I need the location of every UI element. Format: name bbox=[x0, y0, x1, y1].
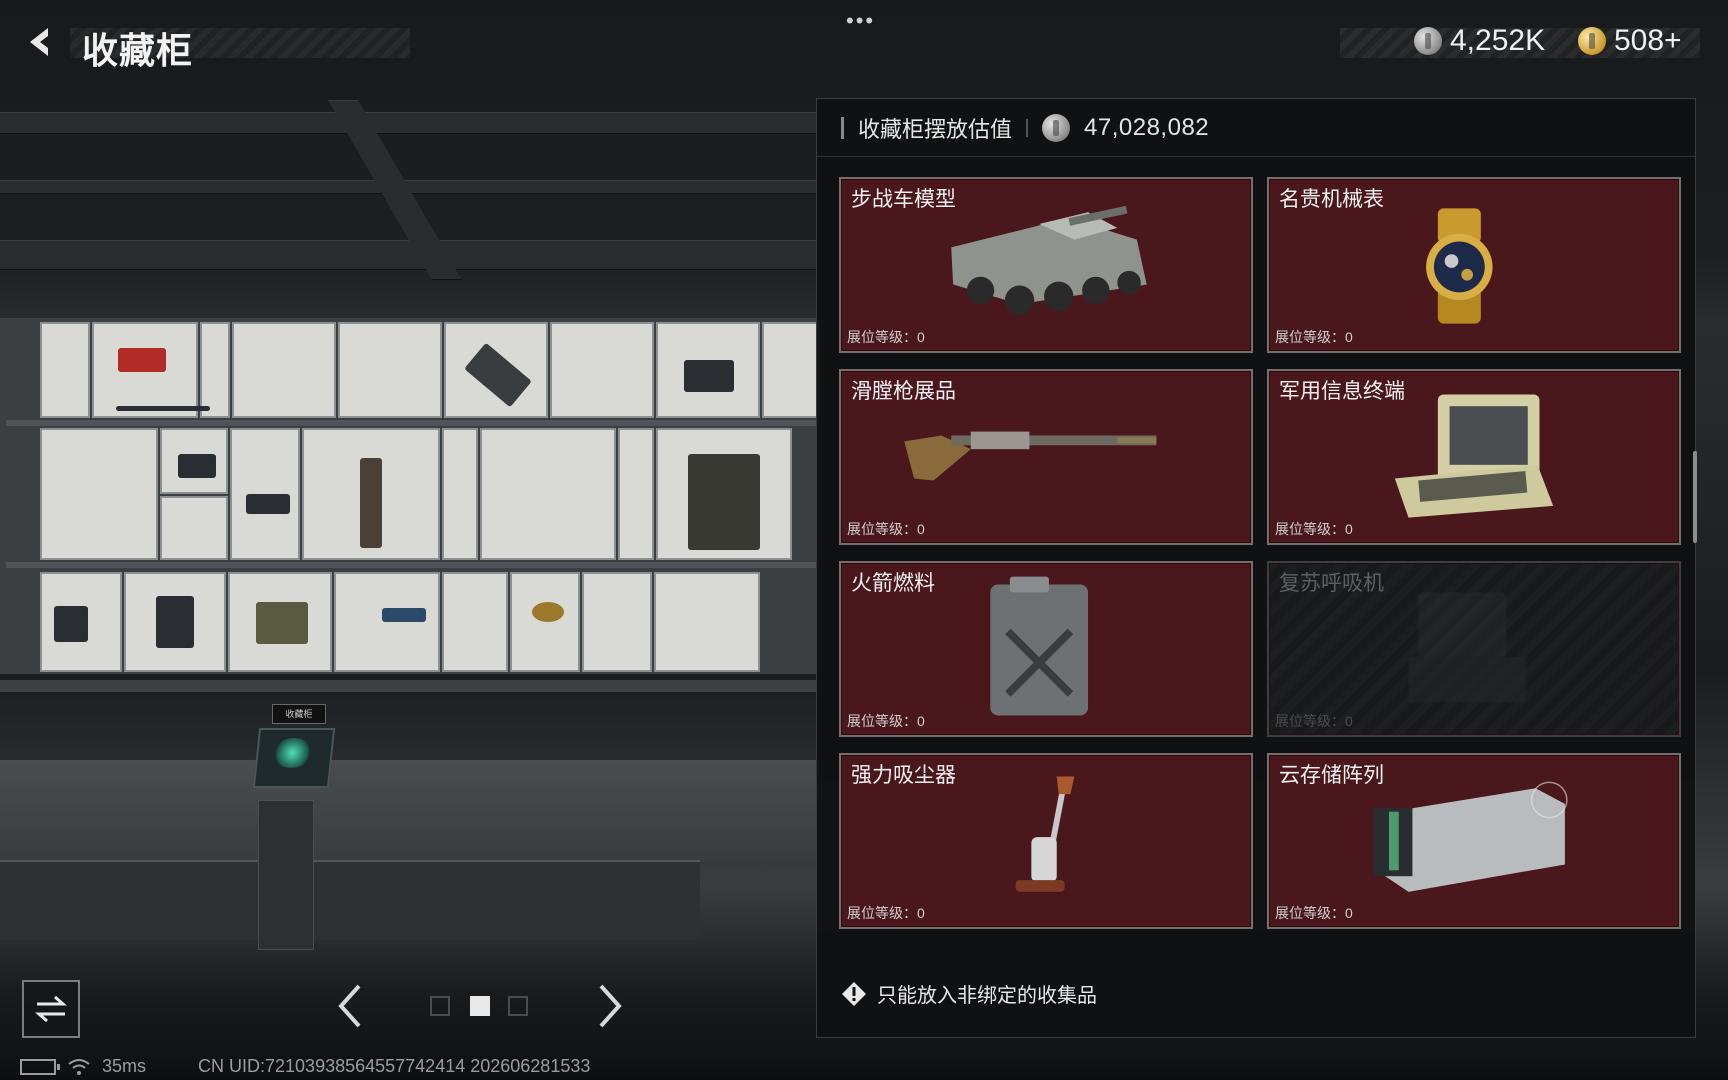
collection-card-cloud-storage[interactable]: 云存储阵列 展位等级：0 bbox=[1267, 753, 1681, 929]
chevron-right-icon bbox=[599, 984, 622, 1028]
collection-card-ifv-model[interactable]: 步战车模型 展位等级：0 bbox=[839, 177, 1253, 353]
prev-page-button[interactable] bbox=[330, 980, 370, 1032]
terminal-sign: 收藏柜 bbox=[272, 704, 326, 724]
display-wall bbox=[0, 318, 820, 674]
page-indicator-active[interactable] bbox=[470, 996, 490, 1016]
collection-terminal[interactable] bbox=[252, 728, 336, 788]
grid-scrollbar[interactable] bbox=[1693, 451, 1697, 543]
warning-diamond-icon bbox=[842, 981, 866, 1006]
silver-currency[interactable]: 4,252K bbox=[1414, 24, 1545, 58]
back-arrow-icon bbox=[30, 28, 48, 56]
collection-card-musket[interactable]: 滑膛枪展品 展位等级：0 bbox=[839, 369, 1253, 545]
card-level: 展位等级：0 bbox=[847, 713, 925, 729]
card-name: 步战车模型 bbox=[851, 188, 956, 211]
swap-arrows-icon bbox=[35, 995, 67, 1023]
card-level: 展位等级：0 bbox=[847, 521, 925, 537]
ping-value: 35ms bbox=[102, 1056, 147, 1076]
display-podium bbox=[258, 800, 314, 950]
back-button[interactable] bbox=[18, 20, 62, 64]
page-indicator[interactable] bbox=[508, 996, 528, 1016]
battery-icon bbox=[20, 1058, 60, 1075]
card-level: 展位等级：0 bbox=[1275, 329, 1353, 345]
card-level: 展位等级：0 bbox=[1275, 905, 1353, 921]
more-menu-icon[interactable]: ••• bbox=[846, 8, 875, 34]
value-label: 收藏柜摆放估值 bbox=[858, 116, 1013, 142]
collection-card-ventilator-locked[interactable]: 复苏呼吸机 展位等级：0 bbox=[1267, 561, 1681, 737]
silver-coin-icon bbox=[1042, 113, 1071, 142]
card-name: 名贵机械表 bbox=[1279, 188, 1384, 211]
page-title: 收藏柜 bbox=[82, 30, 194, 71]
chevron-left-icon bbox=[338, 984, 361, 1028]
card-level: 展位等级：0 bbox=[847, 905, 925, 921]
card-name: 云存储阵列 bbox=[1279, 764, 1384, 787]
page-indicator[interactable] bbox=[430, 996, 450, 1016]
card-name: 滑膛枪展品 bbox=[851, 380, 956, 403]
swap-view-button[interactable] bbox=[22, 980, 80, 1038]
bind-notice: 只能放入非绑定的收集品 bbox=[841, 979, 1097, 1008]
card-name: 复苏呼吸机 bbox=[1279, 572, 1384, 595]
uid-text: CN UID:7210393856455774241​4 20260628153… bbox=[198, 1056, 591, 1076]
card-level: 展位等级：0 bbox=[847, 329, 925, 345]
collection-value: 47,028,082 bbox=[1084, 113, 1210, 141]
ceiling bbox=[0, 100, 820, 300]
next-page-button[interactable] bbox=[590, 980, 630, 1032]
status-bar: 35ms CN UID:7210393856455774241​4 202606… bbox=[20, 1056, 590, 1077]
silver-amount: 4,252K bbox=[1450, 24, 1546, 57]
card-name: 强力吸尘器 bbox=[851, 764, 956, 787]
silver-coin-icon bbox=[1414, 27, 1442, 55]
collection-panel: 收藏柜摆放估值 47,028,082 步战车模型 展位等级：0 名贵机械表 展位… bbox=[816, 98, 1697, 1038]
collection-card-rocket-fuel[interactable]: 火箭燃料 展位等级：0 bbox=[839, 561, 1253, 737]
gold-coin-icon bbox=[1578, 27, 1606, 55]
panel-header: 收藏柜摆放估值 47,028,082 bbox=[817, 99, 1695, 157]
card-level: 展位等级：0 bbox=[1275, 713, 1353, 729]
gold-amount: 508+ bbox=[1614, 24, 1682, 57]
wifi-icon bbox=[68, 1058, 90, 1075]
notice-text: 只能放入非绑定的收集品 bbox=[877, 985, 1097, 1007]
collection-card-vacuum[interactable]: 强力吸尘器 展位等级：0 bbox=[839, 753, 1253, 929]
header-divider bbox=[841, 116, 844, 139]
card-level: 展位等级：0 bbox=[1275, 521, 1353, 537]
collection-card-military-terminal[interactable]: 军用信息终端 展位等级：0 bbox=[1267, 369, 1681, 545]
card-name: 军用信息终端 bbox=[1279, 380, 1405, 403]
card-name: 火箭燃料 bbox=[851, 572, 935, 595]
collection-card-luxury-watch[interactable]: 名贵机械表 展位等级：0 bbox=[1267, 177, 1681, 353]
header-divider bbox=[1026, 118, 1029, 137]
gold-currency[interactable]: 508+ bbox=[1578, 24, 1682, 58]
